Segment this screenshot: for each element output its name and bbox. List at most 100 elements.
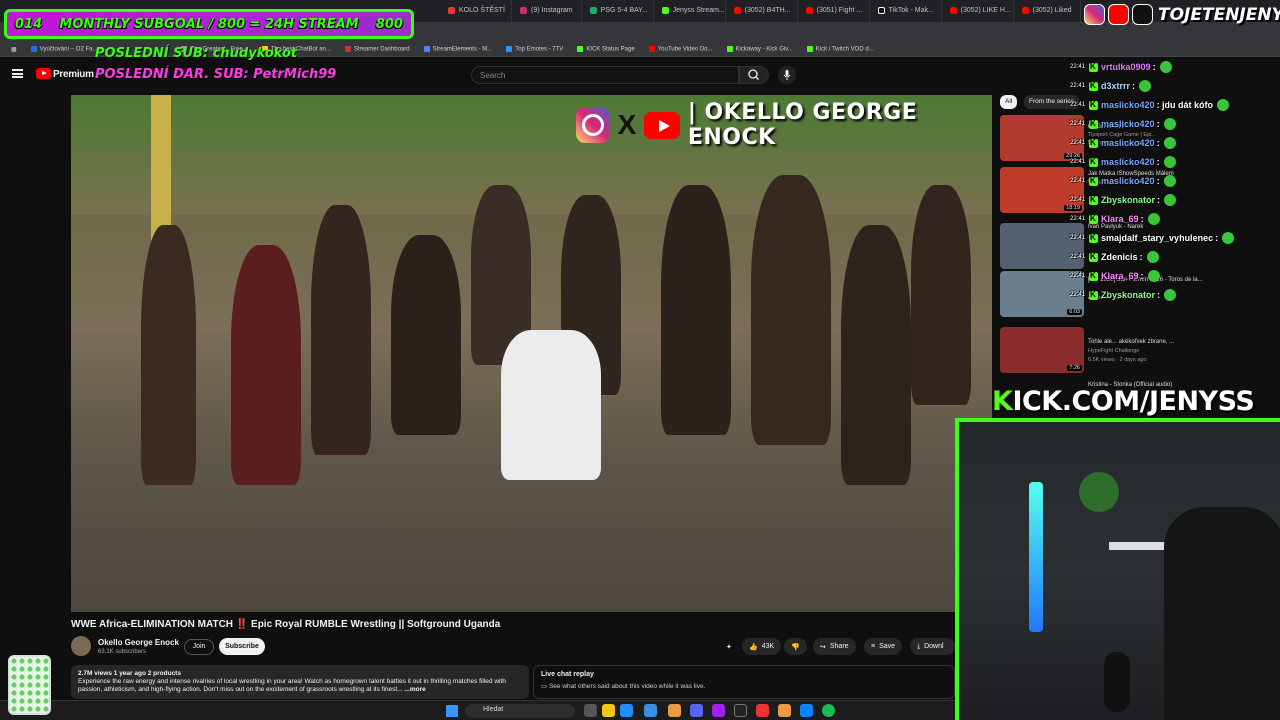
emote-icon [1146,251,1159,263]
browser-tab[interactable]: (3051) Fight ... [798,0,870,22]
youtube-icon [733,6,741,14]
subgoal-text: MONTHLY SUBGOAL / 800 = 24H STREAM [59,16,359,32]
share-button[interactable]: ↪ Share [813,638,856,655]
chat-text: : [1132,81,1136,91]
app-icon[interactable] [800,704,813,717]
dislike-button[interactable]: 👎 [784,638,807,655]
file-explorer-icon[interactable] [602,704,615,717]
bookmark[interactable]: Vyúčtování – O2 Fa... [24,45,105,52]
taskbar-search[interactable]: Hledat [465,704,575,718]
chat-text: : [1156,138,1160,148]
thumbs-down-icon: 👎 [791,643,800,651]
instagram-icon [1084,4,1105,25]
store-icon[interactable] [644,704,657,717]
bookmark[interactable]: Kick / Twitch VOD d... [800,45,881,52]
apps-icon[interactable]: ▦ [4,46,24,53]
instagram-icon [520,6,527,14]
discord-icon[interactable] [690,704,703,717]
channel-name[interactable]: Okello George Enock [98,638,179,647]
obs-icon[interactable] [734,704,747,717]
emote-icon [1217,99,1230,111]
video-title: WWE Africa-ELIMINATION MATCH ‼️ Epic Roy… [71,619,501,630]
bookmark[interactable]: Streamer Dashboard [338,45,417,52]
spotify-icon[interactable] [822,704,835,717]
bookmark[interactable]: Kickaway - Kick Giv... [720,45,800,52]
chat-username: Klara_69 [1101,271,1139,281]
chat-timestamp: 22:41 [1070,216,1086,222]
like-button[interactable]: 👍 43K [742,638,782,655]
bookmark[interactable]: StreamElements - M... [417,45,500,52]
chat-message: 22:41 smajdalf_stary_vyhulenec: [1070,231,1235,245]
channel-avatar[interactable] [71,636,91,656]
app-icon[interactable] [712,704,725,717]
subscriber-count: 63.1K subscribers [98,649,147,655]
browser-tab[interactable]: KOLO ŠTĚSTÍ [440,0,512,22]
kick-url-banner: KICK.COM/JENYSS [992,386,1255,417]
windows-start-icon[interactable] [446,705,458,717]
x-icon: X [617,109,637,140]
chat-username: smajdalf_stary_vyhulenec [1101,233,1214,243]
chat-username: maslicko420 [1101,100,1155,110]
kick-badge-icon [1089,271,1099,281]
video-channel-name: | OKELLO GEORGE ENOCK [687,100,918,150]
browser-tab[interactable]: (3052) LIKE H... [942,0,1014,22]
chat-username: maslicko420 [1101,176,1155,186]
emote-icon [1164,194,1177,206]
mic-icon [783,70,791,80]
emote-icon [1222,232,1235,244]
more-link[interactable]: ...more [404,686,425,693]
chat-timestamp: 22:41 [1070,254,1086,260]
windows-taskbar: Hledat [0,700,955,720]
download-button[interactable]: ⤓ Downl [910,638,955,655]
chat-message: 22:41 Klara_69: [1070,212,1160,226]
search-input[interactable]: Search [471,66,739,84]
browser-tab[interactable]: Jenyss Stream... [654,0,726,22]
browser-tab[interactable]: (3052) B4TH... [726,0,798,22]
bookmark[interactable]: YouTube Video Do... [642,45,720,52]
chat-timestamp: 22:41 [1070,292,1086,298]
chrome-icon[interactable] [668,704,681,717]
social-handles: TOJETENJENYS [1084,4,1280,25]
live-chat-replay[interactable]: Live chat replay ▭ See what others said … [533,665,955,699]
youtube-logo-icon[interactable] [36,68,51,79]
chrome-icon[interactable] [778,704,791,717]
subscribe-button[interactable]: Subscribe [219,638,265,655]
emote-icon [1163,156,1176,168]
chat-message: 22:41 Klara_69: [1070,269,1160,283]
app-icon[interactable] [756,704,769,717]
chat-text: : [1140,271,1144,281]
chat-message: 22:41 maslicko420: [1070,155,1176,169]
webcam-feed [955,418,1280,720]
download-icon: ⤓ [917,642,921,650]
chat-message: 22:41 maslicko420: [1070,174,1176,188]
browser-tab[interactable]: (9) Instagram [512,0,582,22]
browser-tab[interactable]: PSG 5-4 BAY... [582,0,654,22]
chat-message: 22:41 vrtulka0909: [1070,60,1172,74]
video-meta: 2.7M views 1 year ago 2 products [78,670,181,677]
chat-message: 22:41 maslicko420: [1070,117,1176,131]
browser-tab[interactable]: TikTok - Mak... [870,0,942,22]
webcam-plant [1079,472,1119,512]
bookmark[interactable]: KICK Status Page [570,45,641,52]
menu-icon[interactable] [12,69,23,78]
chat-username: maslicko420 [1101,119,1155,129]
chip-all[interactable]: All [1000,95,1018,109]
video-player[interactable]: X | OKELLO GEORGE ENOCK [71,95,992,612]
task-view-icon[interactable] [584,704,597,717]
bookmark[interactable]: Top Emotes - 7TV [499,45,570,52]
youtube-brand[interactable]: Premium [53,69,94,80]
chat-timestamp: 22:41 [1070,235,1086,241]
search-button[interactable] [739,66,769,84]
kick-badge-icon [1089,62,1099,72]
chat-text: : [1156,176,1160,186]
voice-search-button[interactable] [778,66,796,84]
chat-username: Klara_69 [1101,214,1139,224]
save-button[interactable]: ≡ Save [864,638,903,655]
chat-text: : [1152,62,1156,72]
edge-icon[interactable] [620,704,633,717]
emoji-reaction-icon[interactable]: ✦ [726,638,732,655]
description-box[interactable]: 2.7M views 1 year ago 2 products Experie… [71,665,529,699]
browser-tab[interactable]: (3052) Liked [1014,0,1081,22]
join-button[interactable]: Join [184,639,214,655]
kick-badge-icon [1089,214,1099,224]
